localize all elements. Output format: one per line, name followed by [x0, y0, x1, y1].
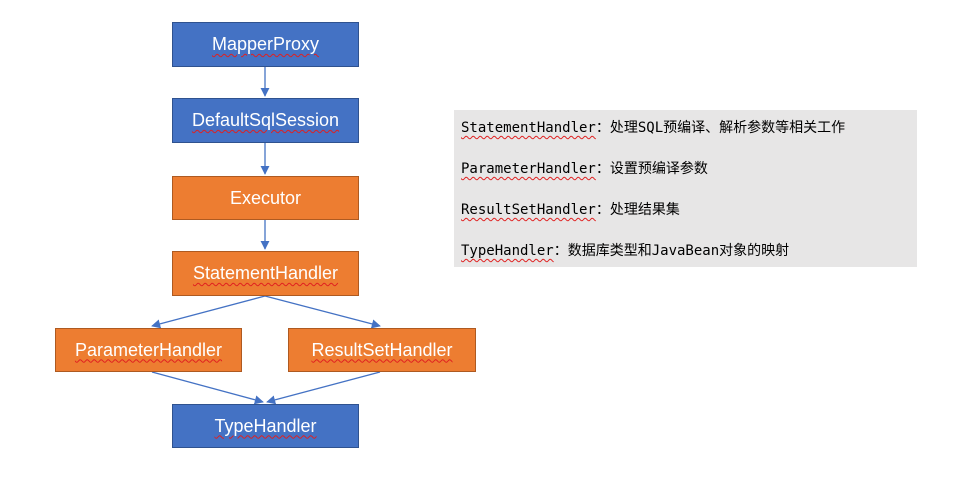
node-executor-label: Executor [229, 187, 302, 208]
note-term: StatementHandler [461, 120, 596, 136]
arrow-parameterhandler-to-typehandler [151, 371, 264, 405]
note-desc: ：设置预编译参数 [595, 161, 708, 177]
note-desc: ：数据库类型和JavaBean对象的映射 [553, 243, 790, 259]
node-mapperproxy: MapperProxy [172, 22, 359, 67]
node-defaultsqlsession-label: DefaultSqlSession [191, 110, 340, 130]
node-parameterhandler: ParameterHandler [55, 328, 242, 372]
note-line-statementhandler: StatementHandler：处理SQL预编译、解析参数等相关工作 [461, 118, 917, 138]
note-line-typehandler: TypeHandler：数据库类型和JavaBean对象的映射 [461, 241, 917, 261]
note-desc: ：处理SQL预编译、解析参数等相关工作 [595, 120, 846, 136]
node-mapperproxy-label: MapperProxy [211, 34, 320, 54]
arrow-statementhandler-to-parameterhandler [151, 295, 266, 329]
arrow-statementhandler-to-resultsethandler [264, 295, 381, 329]
node-statementhandler-label: StatementHandler [192, 263, 339, 283]
arrow-resultsethandler-to-typehandler [266, 371, 381, 405]
node-typehandler: TypeHandler [172, 404, 359, 448]
note-term: TypeHandler [461, 243, 554, 259]
note-line-resultsethandler: ResultSetHandler：处理结果集 [461, 200, 917, 220]
description-note: StatementHandler：处理SQL预编译、解析参数等相关工作 Para… [454, 110, 917, 267]
note-term: ResultSetHandler [461, 202, 596, 218]
note-desc: ：处理结果集 [595, 202, 680, 218]
node-parameterhandler-label: ParameterHandler [74, 339, 223, 360]
note-line-parameterhandler: ParameterHandler：设置预编译参数 [461, 159, 917, 179]
node-typehandler-label: TypeHandler [214, 415, 317, 436]
node-statementhandler: StatementHandler [172, 251, 359, 296]
node-resultsethandler: ResultSetHandler [288, 328, 476, 372]
node-resultsethandler-label: ResultSetHandler [311, 339, 453, 360]
node-defaultsqlsession: DefaultSqlSession [172, 98, 359, 143]
note-term: ParameterHandler [461, 161, 596, 177]
node-executor: Executor [172, 176, 359, 220]
